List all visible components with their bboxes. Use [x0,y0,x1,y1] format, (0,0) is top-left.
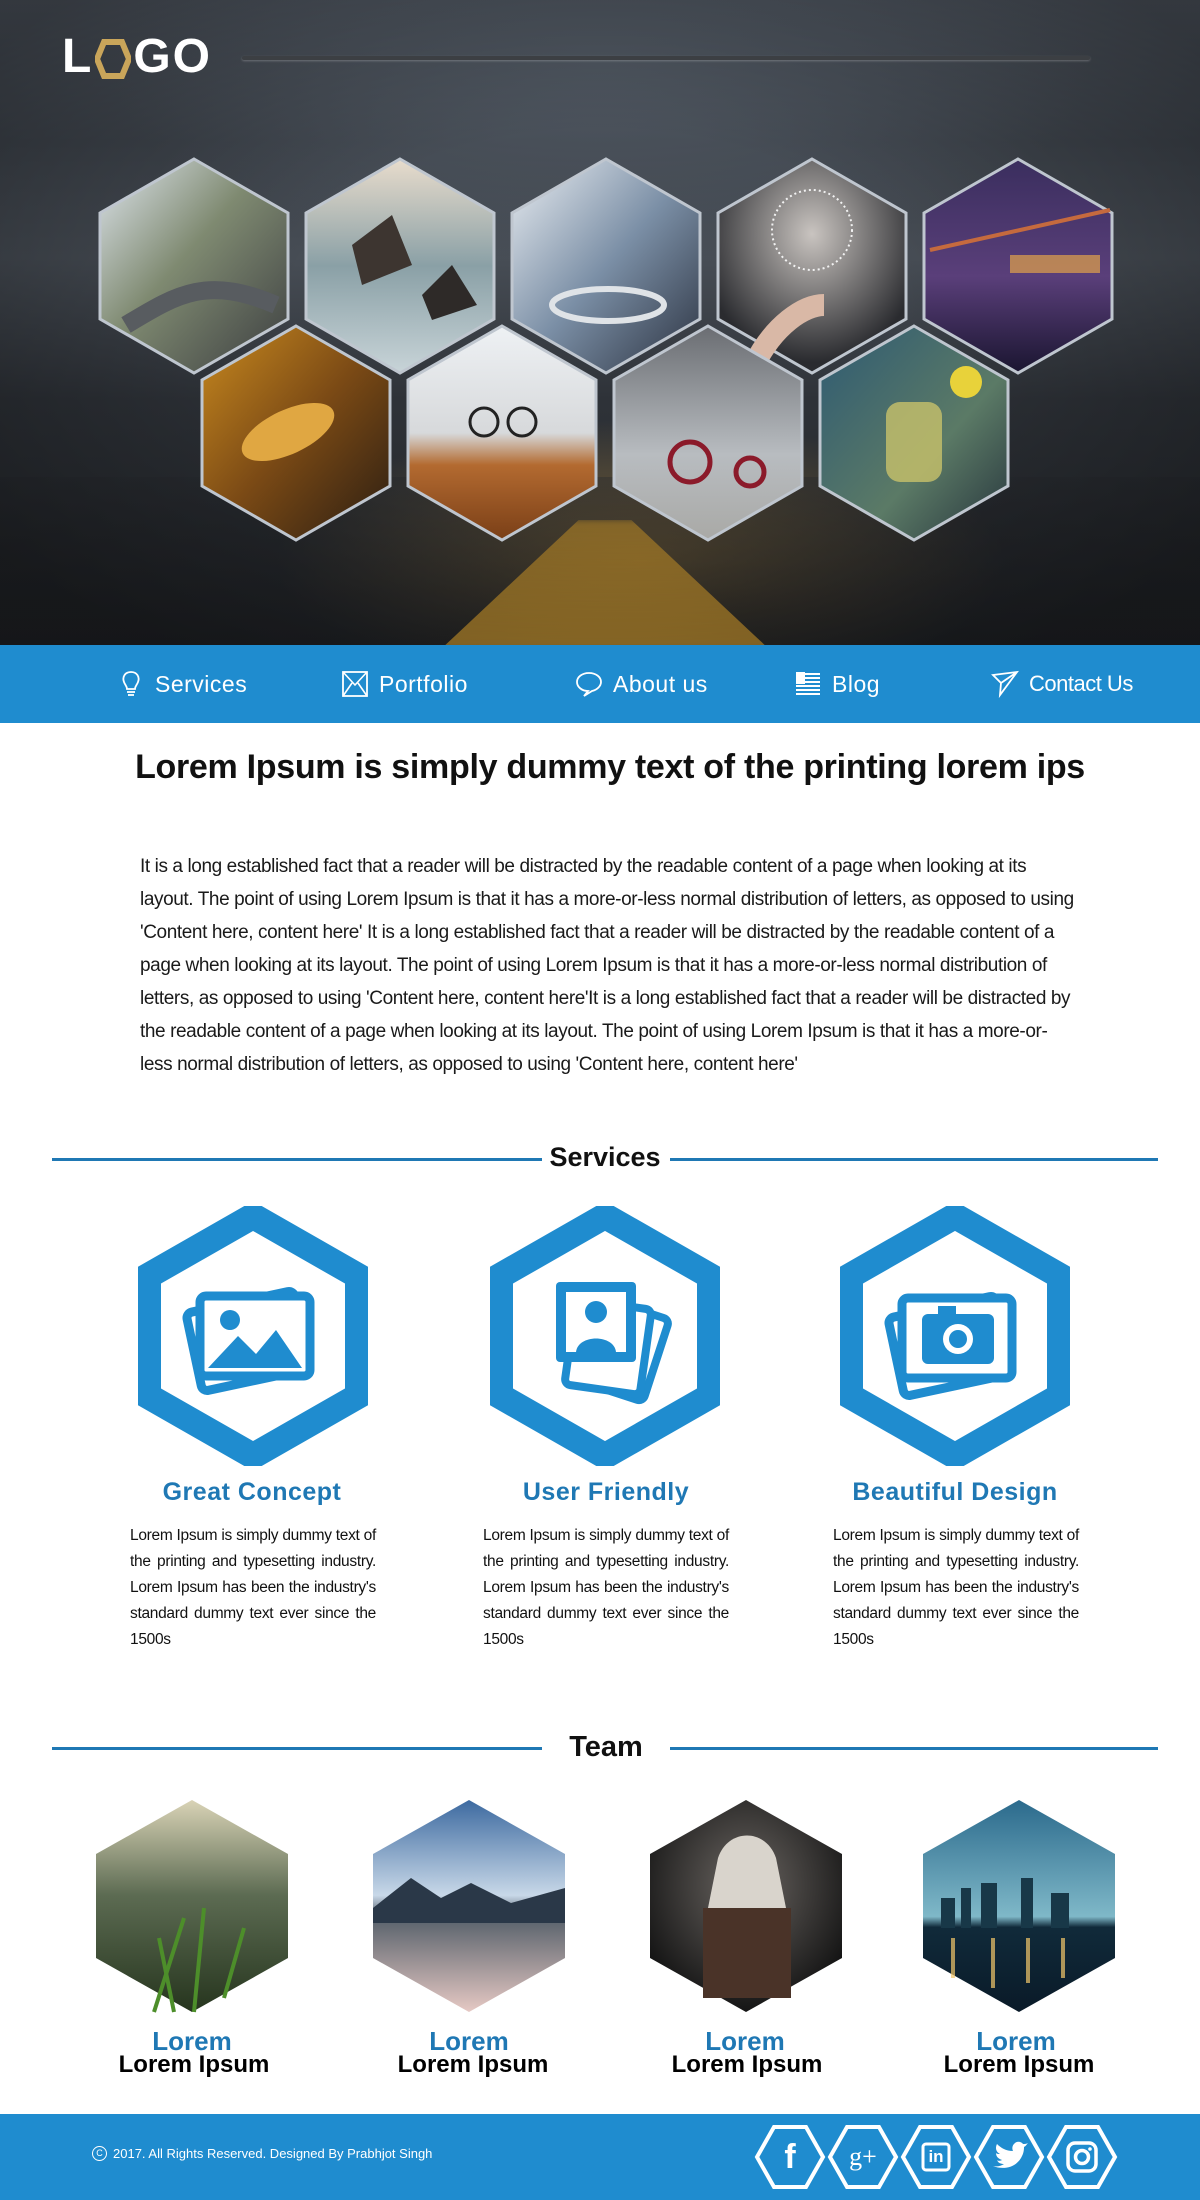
page-headline: Lorem Ipsum is simply dummy text of the … [135,748,1085,786]
team-name-1: Lorem Ipsum [118,2051,270,2078]
header-divider [242,56,1090,60]
linkedin-button[interactable]: in [900,2124,972,2190]
nav-item-about[interactable]: About us [574,645,708,723]
logo-text-start: L [62,30,94,83]
camera-photos-icon [884,1292,1017,1400]
team-name-3: Lorem Ipsum [671,2051,823,2078]
facebook-icon: f [784,2137,796,2176]
facebook-button[interactable]: f [754,2124,826,2190]
envelope-icon [340,669,370,699]
gallery-photo-autumn-leaves [198,322,394,544]
service-title-3: Beautiful Design [852,1478,1058,1506]
nav-label-about: About us [613,670,708,697]
logo[interactable]: L GO [62,32,212,82]
chat-bubble-icon [574,669,604,699]
nav-item-contact[interactable]: Contact Us [990,645,1133,723]
service-hexagon-1 [138,1206,368,1466]
lightbulb-icon [116,669,146,699]
nav-item-blog[interactable]: Blog [793,645,880,723]
services-divider-right [670,1158,1158,1161]
nav-label-contact: Contact Us [1029,671,1133,696]
gallery-photo-tea-press [816,322,1012,544]
footer: C 2017. All Rights Reserved. Designed By… [0,2114,1200,2200]
paper-plane-icon [990,669,1020,699]
team-divider-left [52,1747,542,1750]
service-text-3: Lorem Ipsum is simply dummy text of the … [833,1527,1079,1648]
team-name-4: Lorem Ipsum [943,2051,1095,2078]
team-divider-right [670,1747,1158,1750]
team-photo-1 [94,1798,290,2014]
services-divider-left [52,1158,542,1161]
document-lines-icon [793,669,823,699]
team-name-2: Lorem Ipsum [397,2051,549,2078]
nav-label-blog: Blog [832,670,881,697]
service-title-1: Great Concept [162,1478,342,1506]
copyright-text: 2017. All Rights Reserved. Designed By P… [113,2146,433,2161]
team-photo-3 [648,1798,844,2014]
google-plus-icon: g+ [849,2142,877,2171]
nav-label-portfolio: Portfolio [379,670,468,697]
nav-item-services[interactable]: Services [116,645,247,723]
twitter-icon [993,2141,1028,2168]
landscape-photos-icon [182,1287,315,1395]
service-text-1: Lorem Ipsum is simply dummy text of the … [130,1527,376,1648]
twitter-button[interactable] [973,2124,1045,2190]
service-hexagon-2 [490,1206,720,1466]
instagram-icon [1066,2141,1098,2173]
logo-hexagon-icon [94,39,133,79]
service-hexagon-3 [840,1206,1070,1466]
team-title: Team [569,1731,643,1763]
gallery-photo-tricycle [610,322,806,544]
copyright: C 2017. All Rights Reserved. Designed By… [92,2146,432,2161]
services-title: Services [549,1142,661,1172]
team-photo-4 [921,1798,1117,2014]
intro-paragraph: It is a long established fact that a rea… [140,856,1074,1075]
linkedin-icon: in [928,2147,944,2166]
main-navigation: Services Portfolio About us Blog Contact… [0,645,1200,723]
copyright-icon: C [92,2146,107,2161]
logo-text-end: GO [133,30,212,83]
instagram-button[interactable] [1046,2124,1118,2190]
nav-label-services: Services [155,670,248,697]
service-title-2: User Friendly [522,1478,690,1506]
service-text-2: Lorem Ipsum is simply dummy text of the … [483,1527,729,1648]
gallery-photo-desk-glasses [404,322,600,544]
nav-item-portfolio[interactable]: Portfolio [340,645,468,723]
google-plus-button[interactable]: g+ [827,2124,899,2190]
team-photo-2 [371,1798,567,2014]
